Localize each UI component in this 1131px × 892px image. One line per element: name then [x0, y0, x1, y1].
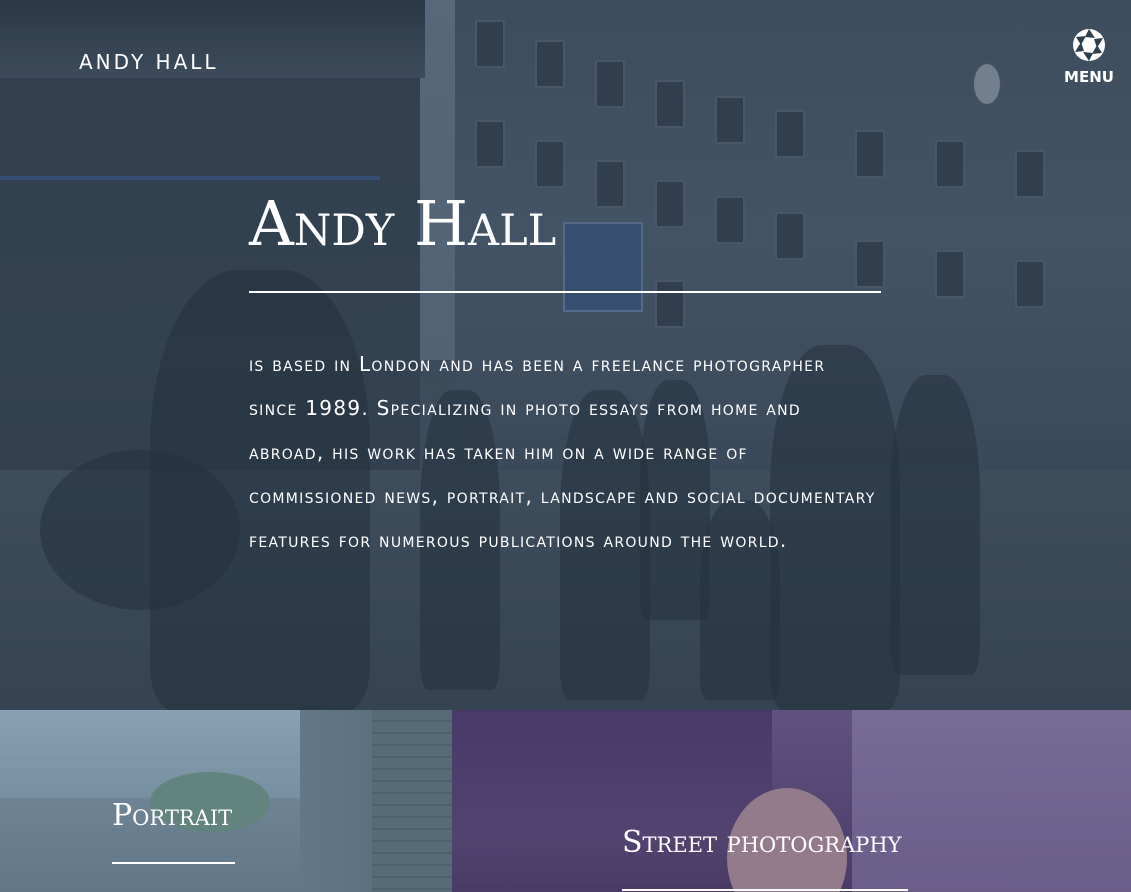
aperture-icon	[1073, 29, 1105, 61]
menu-label: MENU	[1064, 68, 1114, 86]
category-divider-portrait	[112, 862, 235, 864]
page-title: Andy Hall	[249, 187, 557, 260]
title-divider	[249, 291, 881, 293]
category-divider-street-photography	[622, 889, 908, 891]
site-logo[interactable]: ANDY HALL	[79, 50, 219, 74]
category-title-street-photography[interactable]: Street photography	[622, 825, 902, 861]
bio-text: is based in London and has been a freela…	[249, 352, 876, 552]
category-title-portrait[interactable]: Portrait	[112, 798, 232, 834]
category-tile-street-photography[interactable]	[452, 710, 1131, 892]
menu-button[interactable]: MENU	[1062, 28, 1116, 94]
